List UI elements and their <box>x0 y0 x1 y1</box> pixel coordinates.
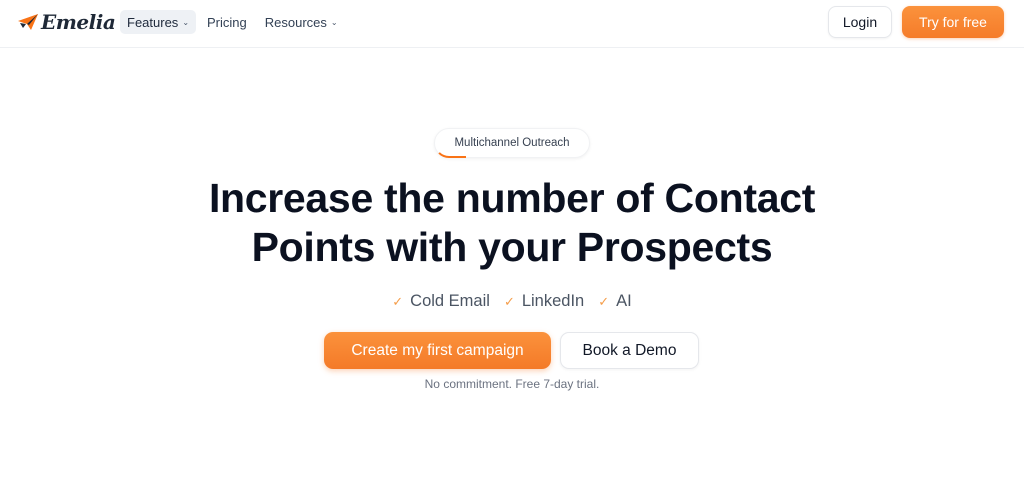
brand-logo[interactable]: Emelia <box>17 8 116 36</box>
nav-item-resources[interactable]: Resources ⌄ <box>258 10 345 34</box>
hero-headline: Increase the number of Contact Points wi… <box>0 174 1024 272</box>
feature-item: ✓ LinkedIn <box>504 292 584 311</box>
feature-list: ✓ Cold Email ✓ LinkedIn ✓ AI <box>0 292 1024 311</box>
login-button[interactable]: Login <box>828 6 892 38</box>
book-demo-button[interactable]: Book a Demo <box>560 332 699 369</box>
trial-note: No commitment. Free 7-day trial. <box>424 377 600 391</box>
try-for-free-button[interactable]: Try for free <box>902 6 1004 38</box>
check-icon: ✓ <box>503 293 515 309</box>
chevron-down-icon: ⌄ <box>182 18 190 27</box>
feature-label: LinkedIn <box>521 292 585 310</box>
paper-plane-icon <box>17 13 39 31</box>
feature-label: Cold Email <box>410 292 490 310</box>
headline-line-1: Increase the number of Contact <box>208 175 816 221</box>
hero-badge: Multichannel Outreach <box>434 128 590 158</box>
nav-item-label: Features <box>127 14 179 30</box>
check-icon: ✓ <box>392 293 404 309</box>
main-nav: Features ⌄ Pricing Resources ⌄ <box>120 10 345 34</box>
feature-item: ✓ Cold Email <box>392 292 490 311</box>
nav-item-features[interactable]: Features ⌄ <box>120 10 197 34</box>
check-icon: ✓ <box>598 293 610 309</box>
chevron-down-icon: ⌄ <box>330 18 338 27</box>
headline-line-2: Points with your Prospects <box>251 224 773 270</box>
nav-item-label: Pricing <box>207 14 247 30</box>
feature-label: AI <box>616 292 632 310</box>
logo-text: Emelia <box>41 10 116 34</box>
feature-item: ✓ AI <box>598 292 632 311</box>
nav-item-pricing[interactable]: Pricing <box>200 10 254 34</box>
top-navbar: Emelia Features ⌄ Pricing Resources ⌄ Lo… <box>0 0 1024 48</box>
create-campaign-button[interactable]: Create my first campaign <box>324 332 551 369</box>
nav-item-label: Resources <box>264 14 327 30</box>
